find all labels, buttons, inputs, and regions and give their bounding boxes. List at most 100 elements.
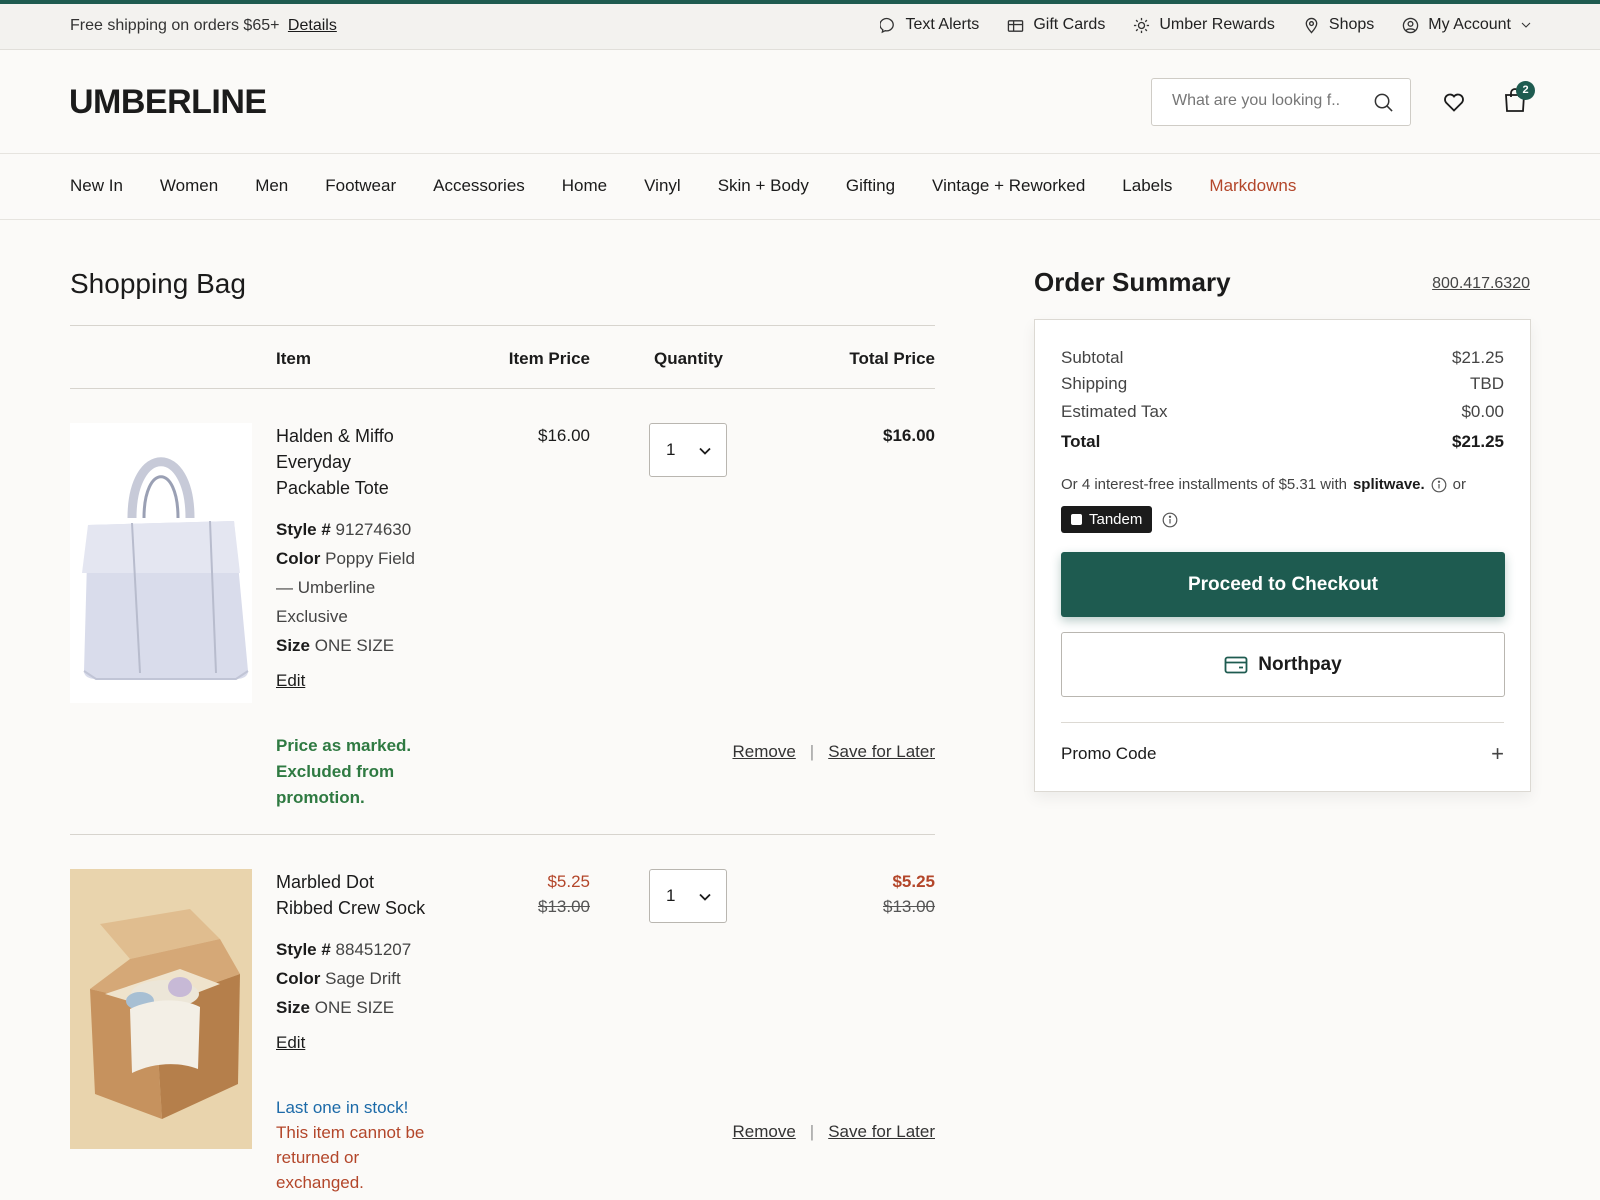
nav-item-home[interactable]: Home — [562, 176, 607, 196]
table-header: Item Item Price Quantity Total Price — [70, 325, 935, 389]
edit-link[interactable]: Edit — [276, 1030, 305, 1055]
product-details: Marbled Dot Ribbed Crew Sock Style # 884… — [276, 869, 426, 1195]
item-price: $5.25 $13.00 — [450, 869, 590, 919]
text-alerts-label: Text Alerts — [905, 16, 980, 33]
order-summary-title: Order Summary — [1034, 267, 1231, 297]
northpay-label: Northpay — [1258, 653, 1342, 675]
tandem-label: Tandem — [1089, 511, 1143, 528]
shipping-value: TBD — [1470, 374, 1504, 393]
size-label: Size — [276, 998, 311, 1017]
chat-bubble-icon — [879, 17, 894, 33]
nav-item-markdowns[interactable]: Markdowns — [1209, 176, 1296, 196]
installments-copy: Or 4 interest-free installments of $5.31… — [1061, 476, 1347, 493]
gift-cards-link[interactable]: Gift Cards — [1007, 16, 1105, 34]
order-summary-panel: Subtotal $21.25 Shipping TBD Estimated T… — [1034, 319, 1531, 792]
nav-item-skin-body[interactable]: Skin + Body — [718, 176, 809, 196]
subtotal-label: Subtotal — [1061, 348, 1124, 367]
subtotal-row: Subtotal $21.25 — [1061, 348, 1504, 368]
shops-label: Shops — [1328, 16, 1375, 33]
tax-label: Estimated Tax — [1061, 402, 1168, 421]
tax-row: Estimated Tax $0.00 — [1061, 402, 1504, 422]
quantity-select[interactable]: 1 — [649, 869, 727, 923]
style-value: 88451207 — [335, 940, 412, 959]
gift-card-icon — [1008, 19, 1024, 32]
nav-item-men[interactable]: Men — [255, 176, 288, 196]
info-icon[interactable] — [1431, 477, 1447, 493]
edit-link[interactable]: Edit — [276, 668, 305, 693]
utility-bar: Free shipping on orders $65+ Details Tex… — [0, 4, 1600, 50]
column-header-item-price: Item Price — [508, 349, 590, 368]
tandem-badge[interactable]: Tandem — [1061, 506, 1153, 533]
product-name[interactable]: Halden & Miffo Everyday Packable Tote — [276, 423, 426, 501]
table-row: Halden & Miffo Everyday Packable Tote St… — [70, 389, 935, 835]
size-value: ONE SIZE — [314, 998, 395, 1017]
shipping-promo-text: Free shipping on orders $65+ — [70, 17, 280, 34]
shops-link[interactable]: Shops — [1303, 16, 1374, 34]
my-account-link[interactable]: My Account — [1402, 16, 1532, 34]
product-image-tote[interactable] — [70, 423, 252, 703]
nav-item-vintage-reworked[interactable]: Vintage + Reworked — [932, 176, 1085, 196]
nav-item-accessories[interactable]: Accessories — [433, 176, 525, 196]
column-header-quantity: Quantity — [654, 349, 723, 368]
style-value: 91274630 — [335, 520, 412, 539]
total-row: Total $21.25 — [1061, 432, 1504, 452]
text-alerts-link[interactable]: Text Alerts — [879, 16, 980, 34]
divider — [1061, 722, 1504, 723]
user-circle-icon — [1403, 17, 1419, 33]
quantity-select[interactable]: 1 — [649, 423, 727, 477]
search-icon[interactable] — [1373, 92, 1394, 113]
heart-icon[interactable] — [1442, 90, 1466, 114]
nav-item-gifting[interactable]: Gifting — [846, 176, 895, 196]
product-image-sock[interactable] — [70, 869, 252, 1149]
save-for-later-button[interactable]: Save for Later — [828, 742, 935, 762]
shipping-details-link[interactable]: Details — [288, 17, 337, 34]
original-total: $13.00 — [883, 897, 935, 916]
plus-icon: + — [1491, 741, 1504, 766]
phone-link[interactable]: 800.417.6320 — [1432, 275, 1530, 293]
info-icon[interactable] — [1162, 512, 1178, 528]
sale-total: $5.25 — [892, 872, 935, 891]
product-name[interactable]: Marbled Dot Ribbed Crew Sock — [276, 869, 426, 921]
color-value: Sage Drift — [325, 969, 401, 988]
sun-icon — [1134, 17, 1150, 33]
shipping-promo: Free shipping on orders $65+ Details — [70, 17, 337, 35]
search-box[interactable] — [1151, 78, 1411, 126]
my-account-label: My Account — [1428, 16, 1511, 33]
action-divider: | — [809, 742, 815, 761]
chevron-down-icon — [699, 447, 711, 455]
style-label: Style # — [276, 520, 331, 539]
promo-code-toggle[interactable]: Promo Code + — [1061, 741, 1504, 766]
column-header-item: Item — [276, 349, 311, 368]
size-value: ONE SIZE — [314, 636, 395, 655]
subtotal-value: $21.25 — [1452, 348, 1504, 367]
splitwave-brand: splitwave. — [1352, 476, 1425, 493]
bag-table: Item Item Price Quantity Total Price Hal… — [70, 325, 935, 1200]
tote-bag-image — [70, 423, 252, 703]
northpay-button[interactable]: Northpay — [1061, 632, 1505, 697]
stock-note: Last one in stock! — [276, 1098, 409, 1117]
style-label: Style # — [276, 940, 331, 959]
save-for-later-button[interactable]: Save for Later — [828, 1122, 935, 1142]
nav-item-new-in[interactable]: New In — [70, 176, 123, 196]
sale-price: $5.25 — [547, 872, 590, 891]
remove-button[interactable]: Remove — [732, 742, 795, 762]
remove-button[interactable]: Remove — [732, 1122, 795, 1142]
sock-box-image — [70, 869, 252, 1149]
nav-item-labels[interactable]: Labels — [1122, 176, 1172, 196]
search-input[interactable] — [1172, 92, 1352, 110]
product-style: Style # 91274630 — [276, 515, 426, 544]
utility-links: Text Alerts Gift Cards Umber Rewards Sho… — [879, 16, 1533, 34]
site-logo[interactable]: UMBERLINE — [69, 83, 267, 122]
column-header-total-price: Total Price — [849, 349, 935, 368]
item-price: $16.00 — [538, 426, 590, 445]
checkout-button[interactable]: Proceed to Checkout — [1061, 552, 1505, 617]
tandem-row: Tandem — [1061, 506, 1178, 533]
umber-rewards-link[interactable]: Umber Rewards — [1133, 16, 1275, 34]
shopping-bag-button[interactable]: 2 — [1503, 81, 1535, 115]
nav-item-footwear[interactable]: Footwear — [325, 176, 396, 196]
nav-item-vinyl[interactable]: Vinyl — [644, 176, 681, 196]
product-size: Size ONE SIZE — [276, 631, 426, 660]
table-row: Marbled Dot Ribbed Crew Sock Style # 884… — [70, 835, 935, 1200]
tandem-logo-icon — [1071, 514, 1082, 525]
nav-item-women[interactable]: Women — [160, 176, 218, 196]
